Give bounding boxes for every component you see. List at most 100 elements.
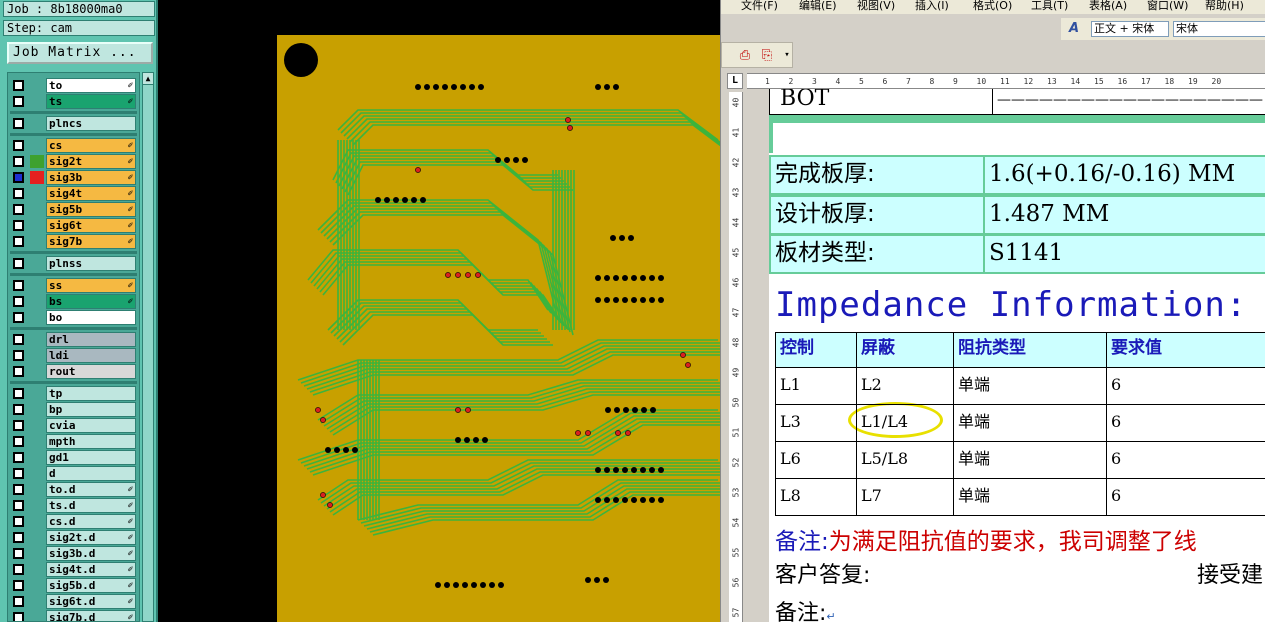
layer-name[interactable]: plncs	[46, 116, 136, 131]
layer-checkbox[interactable]	[13, 548, 24, 559]
layer-name[interactable]: cs.d ✐	[46, 514, 136, 529]
layer-row-sig2t[interactable]: sig2t ✐	[10, 154, 137, 169]
layer-checkbox[interactable]	[13, 236, 24, 247]
layer-row-ts[interactable]: ts ✐	[10, 94, 137, 109]
layer-checkbox[interactable]	[13, 500, 24, 511]
layer-checkbox[interactable]	[13, 436, 24, 447]
layer-name[interactable]: drl	[46, 332, 136, 347]
layer-name[interactable]: sig7b.d ✐	[46, 610, 136, 621]
layer-checkbox[interactable]	[13, 96, 24, 107]
layer-row-ldi[interactable]: ldi	[10, 348, 137, 363]
layer-name[interactable]: bs ✐	[46, 294, 136, 309]
layer-row-sig6t-d[interactable]: sig6t.d ✐	[10, 594, 137, 609]
layer-row-sig3b-d[interactable]: sig3b.d ✐	[10, 546, 137, 561]
menu-item[interactable]: 窗口(W)	[1147, 0, 1188, 12]
menu-item[interactable]: 帮助(H)	[1205, 0, 1244, 12]
menu-item[interactable]: 编辑(E)	[799, 0, 837, 12]
menu-item[interactable]: 格式(O)	[973, 0, 1012, 12]
layer-name[interactable]: ts ✐	[46, 94, 136, 109]
layer-row-bp[interactable]: bp	[10, 402, 137, 417]
layer-name[interactable]: ts.d ✐	[46, 498, 136, 513]
layer-row-sig4t-d[interactable]: sig4t.d ✐	[10, 562, 137, 577]
layer-checkbox[interactable]	[13, 366, 24, 377]
layer-name[interactable]: sig5b.d ✐	[46, 578, 136, 593]
layer-row-tp[interactable]: tp	[10, 386, 137, 401]
layer-checkbox[interactable]	[13, 532, 24, 543]
scroll-up-icon[interactable]: ▲	[143, 73, 153, 85]
layer-row-d[interactable]: d	[10, 466, 137, 481]
pcb-board-canvas[interactable]	[158, 0, 720, 622]
layer-row-gd1[interactable]: gd1	[10, 450, 137, 465]
layer-row-to[interactable]: to ✐	[10, 78, 137, 93]
pcb-graphic-view[interactable]	[158, 0, 720, 622]
style-icon[interactable]: A	[1069, 21, 1079, 36]
layer-name[interactable]: cvia	[46, 418, 136, 433]
layer-checkbox[interactable]	[13, 118, 24, 129]
layer-row-sig5b[interactable]: sig5b ✐	[10, 202, 137, 217]
layer-row-mpth[interactable]: mpth	[10, 434, 137, 449]
layer-row-sig7b-d[interactable]: sig7b.d ✐	[10, 610, 137, 621]
layer-color-swatch[interactable]	[30, 155, 44, 168]
layer-row-bo[interactable]: bo	[10, 310, 137, 325]
layer-row-sig7b[interactable]: sig7b ✐	[10, 234, 137, 249]
layer-name[interactable]: rout	[46, 364, 136, 379]
layer-row-to-d[interactable]: to.d ✐	[10, 482, 137, 497]
layer-checkbox[interactable]	[13, 140, 24, 151]
layer-name[interactable]: sig3b ✐	[46, 170, 136, 185]
layer-name[interactable]: sig2t.d ✐	[46, 530, 136, 545]
layer-name[interactable]: sig3b.d ✐	[46, 546, 136, 561]
layer-checkbox[interactable]	[13, 220, 24, 231]
layer-name[interactable]: bp	[46, 402, 136, 417]
layer-checkbox[interactable]	[13, 334, 24, 345]
layer-name[interactable]: gd1	[46, 450, 136, 465]
layer-name[interactable]: mpth	[46, 434, 136, 449]
layer-checkbox[interactable]	[13, 296, 24, 307]
layer-checkbox[interactable]	[13, 484, 24, 495]
layer-checkbox[interactable]	[13, 452, 24, 463]
layer-checkbox[interactable]	[13, 188, 24, 199]
layer-checkbox[interactable]	[13, 516, 24, 527]
vertical-ruler[interactable]: 40 41 42 43 44 45 46 47 48 49 50 51 52 53 54 55 56 57	[729, 92, 743, 622]
layer-name[interactable]: sig6t ✐	[46, 218, 136, 233]
layer-checkbox[interactable]	[13, 564, 24, 575]
font-dropdown[interactable]: 宋体	[1173, 21, 1265, 37]
layer-name[interactable]: ss ✐	[46, 278, 136, 293]
layer-row-cvia[interactable]: cvia	[10, 418, 137, 433]
layer-row-cs[interactable]: cs ✐	[10, 138, 137, 153]
layer-checkbox[interactable]	[13, 172, 24, 183]
menu-item[interactable]: 表格(A)	[1089, 0, 1127, 12]
layer-checkbox[interactable]	[13, 596, 24, 607]
layer-name[interactable]: to ✐	[46, 78, 136, 93]
layer-name[interactable]: sig7b ✐	[46, 234, 136, 249]
layer-name[interactable]: sig6t.d ✐	[46, 594, 136, 609]
layer-row-sig5b-d[interactable]: sig5b.d ✐	[10, 578, 137, 593]
layer-row-bs[interactable]: bs ✐	[10, 294, 137, 309]
horizontal-ruler[interactable]: 1 2 3 4 5 6 7 8 9 10 11 12 13 14 15 16 17 18 19 20	[747, 73, 1265, 89]
layer-row-sig4t[interactable]: sig4t ✐	[10, 186, 137, 201]
menu-item[interactable]: 视图(V)	[857, 0, 895, 12]
layer-row-plnss[interactable]: plnss	[10, 256, 137, 271]
layer-checkbox[interactable]	[13, 280, 24, 291]
pdf-export-icon[interactable]: ⎘	[758, 47, 776, 64]
menu-item[interactable]: 工具(T)	[1031, 0, 1068, 12]
toolbar-options-icon[interactable]: ▾	[778, 47, 796, 64]
layer-checkbox[interactable]	[13, 204, 24, 215]
document-page[interactable]: BOT ——————————————————— Impedance Inform…	[769, 89, 1265, 622]
layer-row-drl[interactable]: drl	[10, 332, 137, 347]
layer-row-sig2t-d[interactable]: sig2t.d ✐	[10, 530, 137, 545]
layer-name[interactable]: sig4t.d ✐	[46, 562, 136, 577]
layer-list-scrollbar[interactable]: ▲	[142, 72, 154, 622]
layer-checkbox[interactable]	[13, 350, 24, 361]
layer-checkbox[interactable]	[13, 388, 24, 399]
layer-row-ss[interactable]: ss ✐	[10, 278, 137, 293]
job-matrix-button[interactable]: Job Matrix ...	[7, 42, 153, 64]
layer-row-plncs[interactable]: plncs	[10, 116, 137, 131]
layer-row-sig3b[interactable]: sig3b ✐	[10, 170, 137, 185]
tab-selector[interactable]: L	[727, 73, 743, 89]
layer-name[interactable]: sig5b ✐	[46, 202, 136, 217]
layer-name[interactable]: cs ✐	[46, 138, 136, 153]
layer-checkbox[interactable]	[13, 404, 24, 415]
layer-row-rout[interactable]: rout	[10, 364, 137, 379]
layer-name[interactable]: ldi	[46, 348, 136, 363]
layer-row-sig6t[interactable]: sig6t ✐	[10, 218, 137, 233]
